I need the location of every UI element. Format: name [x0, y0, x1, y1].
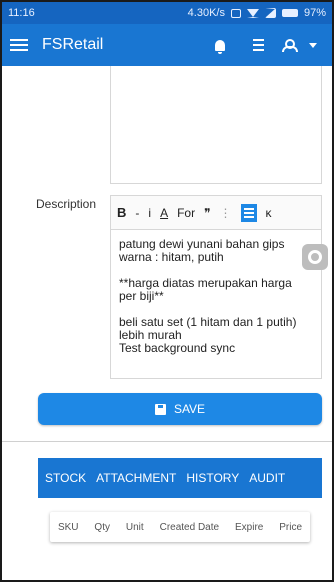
column-header-expire[interactable]: Expire: [235, 522, 263, 533]
column-header-unit[interactable]: Unit: [126, 522, 144, 533]
save-icon: [154, 403, 166, 415]
description-line: Test background sync: [119, 341, 236, 355]
settings-fab[interactable]: [302, 244, 328, 270]
editor-content[interactable]: patung dewi yunani bahan gips warna : hi…: [111, 230, 321, 363]
status-bar: 11:16 4.30K/s 97%: [2, 2, 332, 24]
previous-text-field[interactable]: [110, 66, 322, 184]
column-header-qty[interactable]: Qty: [94, 522, 110, 533]
font-select[interactable]: For: [177, 206, 195, 220]
tab-history[interactable]: HISTORY: [181, 458, 244, 498]
bold-button[interactable]: B: [117, 205, 126, 220]
status-right: 4.30K/s 97%: [188, 7, 326, 19]
column-header-created-date[interactable]: Created Date: [160, 522, 219, 533]
battery-icon: [281, 9, 298, 17]
user-menu-dropdown[interactable]: [302, 27, 324, 63]
app-frame: 11:16 4.30K/s 97% FSRetail Description B: [0, 0, 334, 582]
section-divider: [2, 441, 332, 442]
description-label: Description: [36, 197, 97, 211]
net-speed: 4.30K/s: [187, 7, 225, 19]
detail-tabs: STOCK ATTACHMENT HISTORY AUDIT: [38, 458, 322, 498]
battery-level: 97%: [303, 7, 326, 19]
description-line: warna : hitam, putih: [119, 250, 224, 264]
tab-audit[interactable]: AUDIT: [244, 458, 290, 498]
column-header-sku[interactable]: SKU: [58, 522, 79, 533]
tasks-button[interactable]: [238, 27, 274, 63]
chevron-down-icon: [309, 42, 317, 48]
description-editor[interactable]: B - i A For ❞ ⋮ ĸ patung dewi yunani bah…: [110, 195, 322, 379]
status-time: 11:16: [8, 7, 35, 19]
save-button[interactable]: SAVE: [38, 393, 322, 425]
tab-stock[interactable]: STOCK: [38, 458, 91, 498]
column-header-price[interactable]: Price: [279, 522, 302, 533]
quote-button[interactable]: ❞: [204, 206, 210, 220]
align-left-button[interactable]: [240, 203, 257, 222]
user-menu-button[interactable]: [274, 27, 302, 63]
dash-button[interactable]: -: [135, 206, 139, 220]
editor-toolbar: B - i A For ❞ ⋮ ĸ: [111, 196, 321, 230]
wifi-icon: [246, 8, 259, 18]
font-color-button[interactable]: A: [160, 206, 168, 220]
user-icon: [282, 38, 298, 52]
toolbar-more-icon[interactable]: ⋮: [220, 206, 232, 220]
save-button-label: SAVE: [173, 402, 206, 416]
signal-icon: [264, 8, 276, 18]
bell-icon: [215, 39, 225, 54]
app-title: FSRetail: [42, 36, 104, 53]
notifications-button[interactable]: [202, 27, 238, 63]
settings-icon: [308, 250, 322, 264]
description-line: per biji**: [119, 289, 164, 303]
italic-button[interactable]: i: [148, 206, 151, 220]
alarm-icon: [230, 8, 241, 18]
app-bar: FSRetail: [2, 24, 332, 66]
tasks-icon: [248, 39, 264, 51]
toolbar-overflow-icon[interactable]: ĸ: [266, 206, 272, 220]
stock-table-header: SKU Qty Unit Created Date Expire Price: [50, 512, 310, 542]
tab-attachment[interactable]: ATTACHMENT: [91, 458, 181, 498]
menu-icon[interactable]: [10, 39, 28, 51]
